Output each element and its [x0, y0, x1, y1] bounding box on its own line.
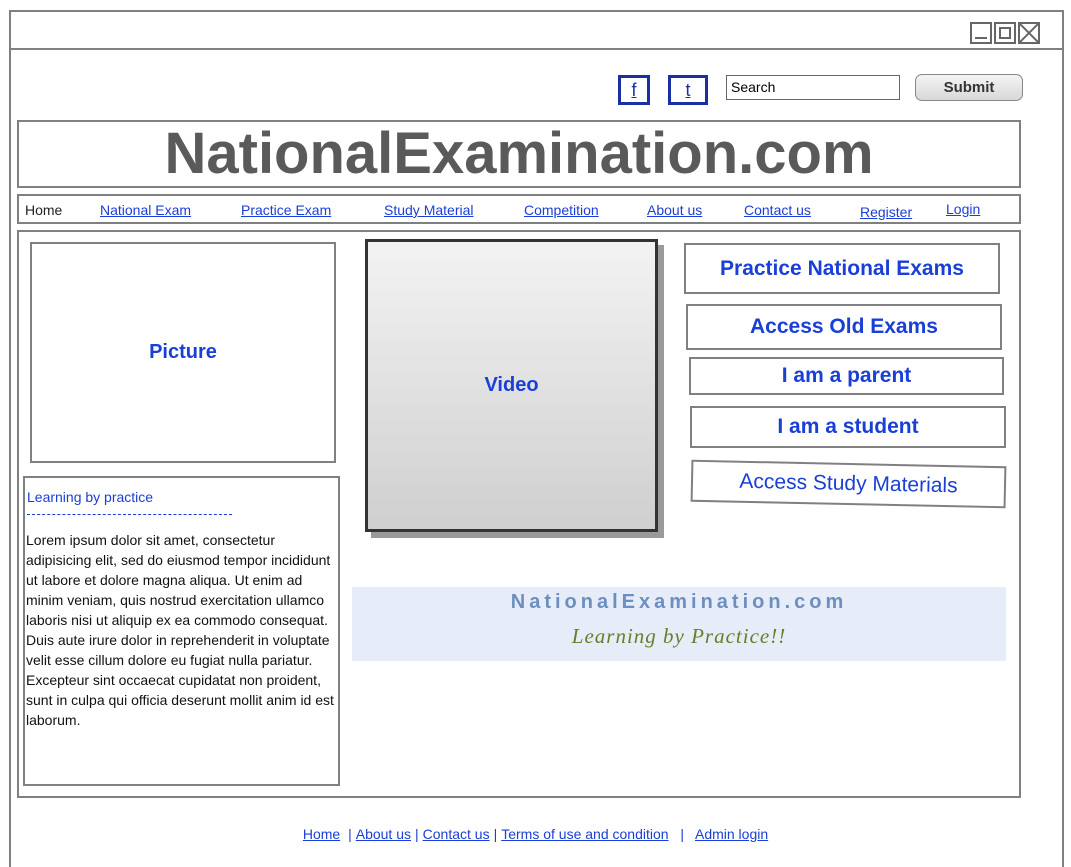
video-placeholder[interactable]: Video — [365, 239, 658, 532]
nav-item-practice-exam[interactable]: Practice Exam — [241, 202, 331, 218]
footer-link-terms[interactable]: Terms of use and condition — [501, 826, 668, 842]
article-body: Lorem ipsum dolor sit amet, consectetur … — [26, 532, 334, 728]
access-study-materials-button[interactable]: Access Study Materials — [690, 459, 1007, 509]
nav-item-register[interactable]: Register — [860, 204, 912, 220]
site-banner-title: NationalExamination.com — [17, 120, 1021, 188]
footer: Home | About us | Contact us | Terms of use a… — [0, 826, 1071, 842]
article-heading: Learning by practice — [27, 489, 154, 505]
footer-separator: | — [493, 826, 498, 842]
i-am-a-parent-button[interactable]: I am a parent — [689, 357, 1004, 395]
practice-national-exams-button[interactable]: Practice National Exams — [684, 243, 1000, 294]
submit-button[interactable]: Submit — [915, 74, 1023, 101]
nav-item-national-exam[interactable]: National Exam — [100, 202, 191, 218]
nav-item-study-material[interactable]: Study Material — [384, 202, 473, 218]
footer-link-admin-login[interactable]: Admin login — [695, 826, 768, 842]
footer-separator: | — [348, 826, 352, 842]
main-nav: Home National Exam Practice Exam Study M… — [17, 194, 1021, 224]
search-input[interactable]: Search — [726, 75, 900, 100]
nav-item-home[interactable]: Home — [25, 202, 62, 218]
tagline-banner: NationalExamination.com Learning by Prac… — [352, 587, 1006, 661]
footer-separator: | — [676, 826, 688, 842]
title-bar — [11, 12, 1062, 50]
i-am-a-student-button[interactable]: I am a student — [690, 406, 1006, 448]
video-label: Video — [484, 374, 539, 396]
maximize-icon[interactable] — [994, 22, 1016, 44]
twitter-icon[interactable]: t — [668, 75, 708, 105]
access-old-exams-button[interactable]: Access Old Exams — [686, 304, 1002, 350]
footer-separator: | — [415, 826, 419, 842]
tagline-subtitle: Learning by Practice!! — [571, 624, 787, 648]
minimize-icon[interactable] — [970, 22, 992, 44]
nav-item-login[interactable]: Login — [946, 201, 980, 217]
picture-placeholder: Picture — [30, 242, 336, 463]
nav-item-contact-us[interactable]: Contact us — [744, 202, 811, 218]
picture-label: Picture — [149, 341, 217, 363]
article-divider — [27, 514, 232, 515]
facebook-icon[interactable]: f — [618, 75, 650, 105]
tagline-title: NationalExamination.com — [510, 591, 848, 613]
close-icon[interactable] — [1018, 22, 1040, 44]
footer-link-home[interactable]: Home — [303, 826, 340, 842]
footer-link-about-us[interactable]: About us — [356, 826, 411, 842]
nav-item-competition[interactable]: Competition — [524, 202, 599, 218]
footer-link-contact-us[interactable]: Contact us — [423, 826, 490, 842]
nav-item-about-us[interactable]: About us — [647, 202, 702, 218]
